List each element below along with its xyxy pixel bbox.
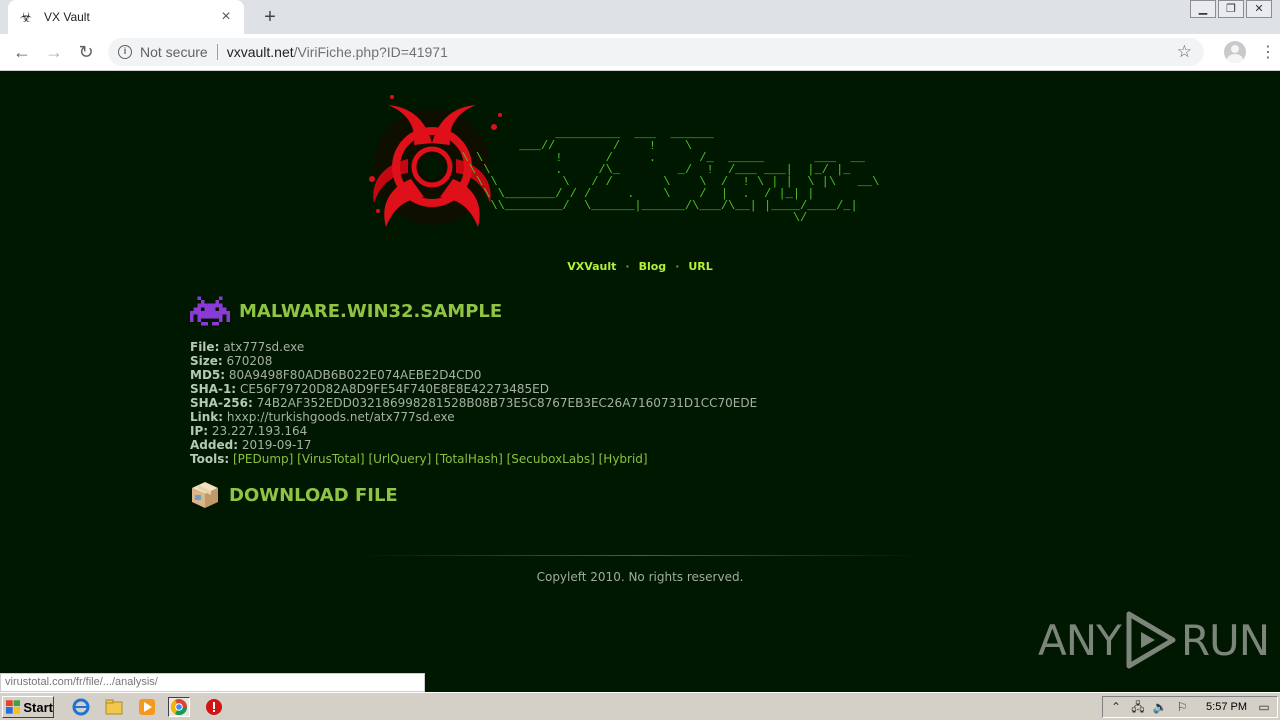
internet-explorer-icon[interactable] bbox=[70, 697, 92, 717]
tab-title: VX Vault bbox=[44, 10, 90, 24]
close-icon[interactable]: × bbox=[218, 8, 234, 26]
divider bbox=[216, 44, 218, 60]
ip-value: 23.227.193.164 bbox=[211, 424, 308, 438]
flag-notification-icon[interactable]: ⚐ bbox=[1173, 699, 1191, 715]
reload-button[interactable]: ↻ bbox=[70, 36, 102, 68]
show-desktop-icon[interactable]: ▭ bbox=[1255, 699, 1273, 715]
watermark-right-text: RUN bbox=[1180, 615, 1270, 665]
windows-flag-icon bbox=[6, 700, 21, 714]
detail-md5: MD5: 80A9498F80ADB6B022E074AEBE2D4CD0 bbox=[190, 368, 482, 382]
watermark-left-text: ANY bbox=[1038, 615, 1122, 665]
detail-tools: Tools: [PEDump] [VirusTotal] [UrlQuery] … bbox=[190, 452, 648, 466]
anyrun-watermark: ANY RUN bbox=[1038, 610, 1270, 670]
forward-button[interactable]: → bbox=[38, 36, 70, 68]
browser-toolbar: ← → ↻ i Not secure vxvault.net/ViriFiche… bbox=[0, 34, 1280, 71]
link-value: hxxp://turkishgoods.net/atx777sd.exe bbox=[226, 410, 455, 424]
new-tab-button[interactable]: + bbox=[258, 5, 282, 29]
nav-link-vxvault[interactable]: VXVault bbox=[567, 260, 616, 273]
browser-tabstrip: ☣ VX Vault × + ▁ ❐ ✕ bbox=[0, 0, 1280, 34]
start-label: Start bbox=[23, 699, 53, 715]
tool-link-virustotal[interactable]: [VirusTotal] bbox=[297, 452, 364, 466]
package-box-icon bbox=[192, 482, 218, 508]
tray-expand-icon[interactable]: ⌃ bbox=[1107, 699, 1125, 715]
sha256-value: 74B2AF352EDD032186998281528B08B73E5C8767… bbox=[256, 396, 758, 410]
footer-divider bbox=[360, 555, 920, 556]
info-icon[interactable]: i bbox=[118, 45, 132, 59]
taskbar-clock[interactable]: 5:57 PM bbox=[1206, 701, 1247, 713]
download-file-label[interactable]: DOWNLOAD FILE bbox=[229, 485, 398, 506]
tool-link-pedump[interactable]: [PEDump] bbox=[233, 452, 293, 466]
space-invader-icon bbox=[190, 296, 230, 326]
chrome-taskbar-icon[interactable] bbox=[168, 697, 190, 717]
nav-link-url[interactable]: URL bbox=[688, 260, 712, 273]
link-status-bubble: virustotal.com/fr/file/.../analysis/ bbox=[0, 673, 425, 692]
file-value: atx777sd.exe bbox=[223, 340, 305, 354]
sha1-value: CE56F79720D82A8D9FE54F740E8E8E42273485ED bbox=[239, 382, 549, 396]
folder-icon[interactable] bbox=[103, 697, 125, 717]
biohazard-icon: ☣ bbox=[19, 8, 33, 25]
minimize-button[interactable]: ▁ bbox=[1190, 0, 1216, 18]
address-bar[interactable]: i Not secure vxvault.net/ViriFiche.php?I… bbox=[108, 38, 1204, 66]
footer-copyleft: Copyleft 2010. No rights reserved. bbox=[536, 570, 744, 584]
restore-button[interactable]: ❐ bbox=[1218, 0, 1244, 18]
stop-sign-icon[interactable] bbox=[203, 697, 225, 717]
detail-link: Link: hxxp://turkishgoods.net/atx777sd.e… bbox=[190, 410, 455, 424]
back-button[interactable]: ← bbox=[6, 36, 38, 68]
download-link[interactable]: DOWNLOAD FILE bbox=[190, 480, 398, 510]
system-tray: ⌃ 🖧 🔈 ⚐ 5:57 PM ▭ bbox=[1102, 696, 1278, 718]
detail-sha256: SHA-256: 74B2AF352EDD032186998281528B08B… bbox=[190, 396, 758, 410]
url-path: /ViriFiche.php?ID=41971 bbox=[293, 44, 448, 60]
network-icon[interactable]: 🖧 bbox=[1129, 699, 1147, 715]
tool-link-totalhash[interactable]: [TotalHash] bbox=[435, 452, 503, 466]
nav-separator: · bbox=[675, 260, 680, 273]
nav-separator: · bbox=[625, 260, 630, 273]
nav-link-blog[interactable]: Blog bbox=[639, 260, 667, 273]
page-title: MALWARE.WIN32.SAMPLE bbox=[239, 300, 503, 322]
windows-taskbar: Start ⌃ 🖧 🔈 ⚐ 5:57 PM ▭ bbox=[0, 692, 1280, 720]
tool-link-hybrid[interactable]: [Hybrid] bbox=[599, 452, 648, 466]
sample-details: File: atx777sd.exe Size: 670208 MD5: 80A… bbox=[190, 340, 757, 466]
window-controls: ▁ ❐ ✕ bbox=[1188, 0, 1272, 18]
size-value: 670208 bbox=[226, 354, 273, 368]
media-player-icon[interactable] bbox=[136, 697, 158, 717]
url-host: vxvault.net bbox=[226, 44, 294, 60]
detail-sha1: SHA-1: CE56F79720D82A8D9FE54F740E8E8E422… bbox=[190, 382, 549, 396]
detail-file: File: atx777sd.exe bbox=[190, 340, 305, 354]
profile-avatar-icon[interactable] bbox=[1224, 41, 1246, 63]
tool-link-urlquery[interactable]: [UrlQuery] bbox=[368, 452, 431, 466]
play-triangle-icon bbox=[1126, 611, 1176, 669]
top-nav: VXVault · Blog · URL bbox=[0, 260, 1280, 273]
detail-added: Added: 2019-09-17 bbox=[190, 438, 312, 452]
tool-link-secuboxlabs[interactable]: [SecuboxLabs] bbox=[507, 452, 595, 466]
ascii-art-logo: _________ ___ ______ ___// / ! \ \ \ ! /… bbox=[461, 127, 880, 225]
window-close-button[interactable]: ✕ bbox=[1246, 0, 1272, 18]
detail-size: Size: 670208 bbox=[190, 354, 273, 368]
volume-icon[interactable]: 🔈 bbox=[1151, 699, 1169, 715]
detail-ip: IP: 23.227.193.164 bbox=[190, 424, 308, 438]
start-button[interactable]: Start bbox=[2, 696, 54, 718]
md5-value: 80A9498F80ADB6B022E074AEBE2D4CD0 bbox=[228, 368, 482, 382]
kebab-menu-icon[interactable]: ⋮ bbox=[1260, 42, 1276, 62]
browser-tab[interactable]: ☣ VX Vault × bbox=[8, 0, 244, 34]
page-content: _________ ___ ______ ___// / ! \ \ \ ! /… bbox=[0, 72, 1280, 692]
bookmark-star-icon[interactable]: ☆ bbox=[1177, 42, 1192, 62]
added-value: 2019-09-17 bbox=[241, 438, 312, 452]
security-indicator: Not secure bbox=[140, 44, 208, 60]
sample-heading: MALWARE.WIN32.SAMPLE bbox=[190, 296, 502, 326]
